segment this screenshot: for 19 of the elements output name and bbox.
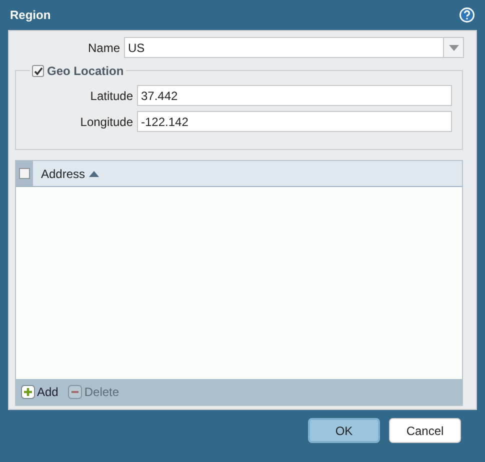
help-icon[interactable] — [459, 7, 475, 23]
field-label: Longitude — [79, 114, 133, 130]
window-title: Region — [10, 7, 51, 24]
cancel-button[interactable]: Cancel — [389, 418, 461, 443]
minus-icon — [68, 385, 82, 399]
plus-icon — [21, 385, 35, 399]
ok-button[interactable]: OK — [308, 418, 380, 443]
checkbox[interactable] — [19, 168, 30, 179]
add-button[interactable]: Add — [21, 383, 58, 401]
text-field[interactable]: -122.142 — [137, 111, 452, 132]
section-title: Geo Location — [47, 63, 124, 80]
sort-arrow-icon[interactable] — [89, 170, 100, 176]
text-field[interactable]: 37.442 — [137, 85, 452, 106]
name-dropdown[interactable]: US — [124, 37, 464, 58]
field-label: Name — [86, 40, 120, 56]
column-header[interactable]: Address — [41, 164, 86, 182]
checkbox[interactable] — [32, 65, 44, 77]
field-label: Latitude — [89, 88, 133, 104]
dropdown-arrow-icon[interactable] — [448, 44, 458, 50]
